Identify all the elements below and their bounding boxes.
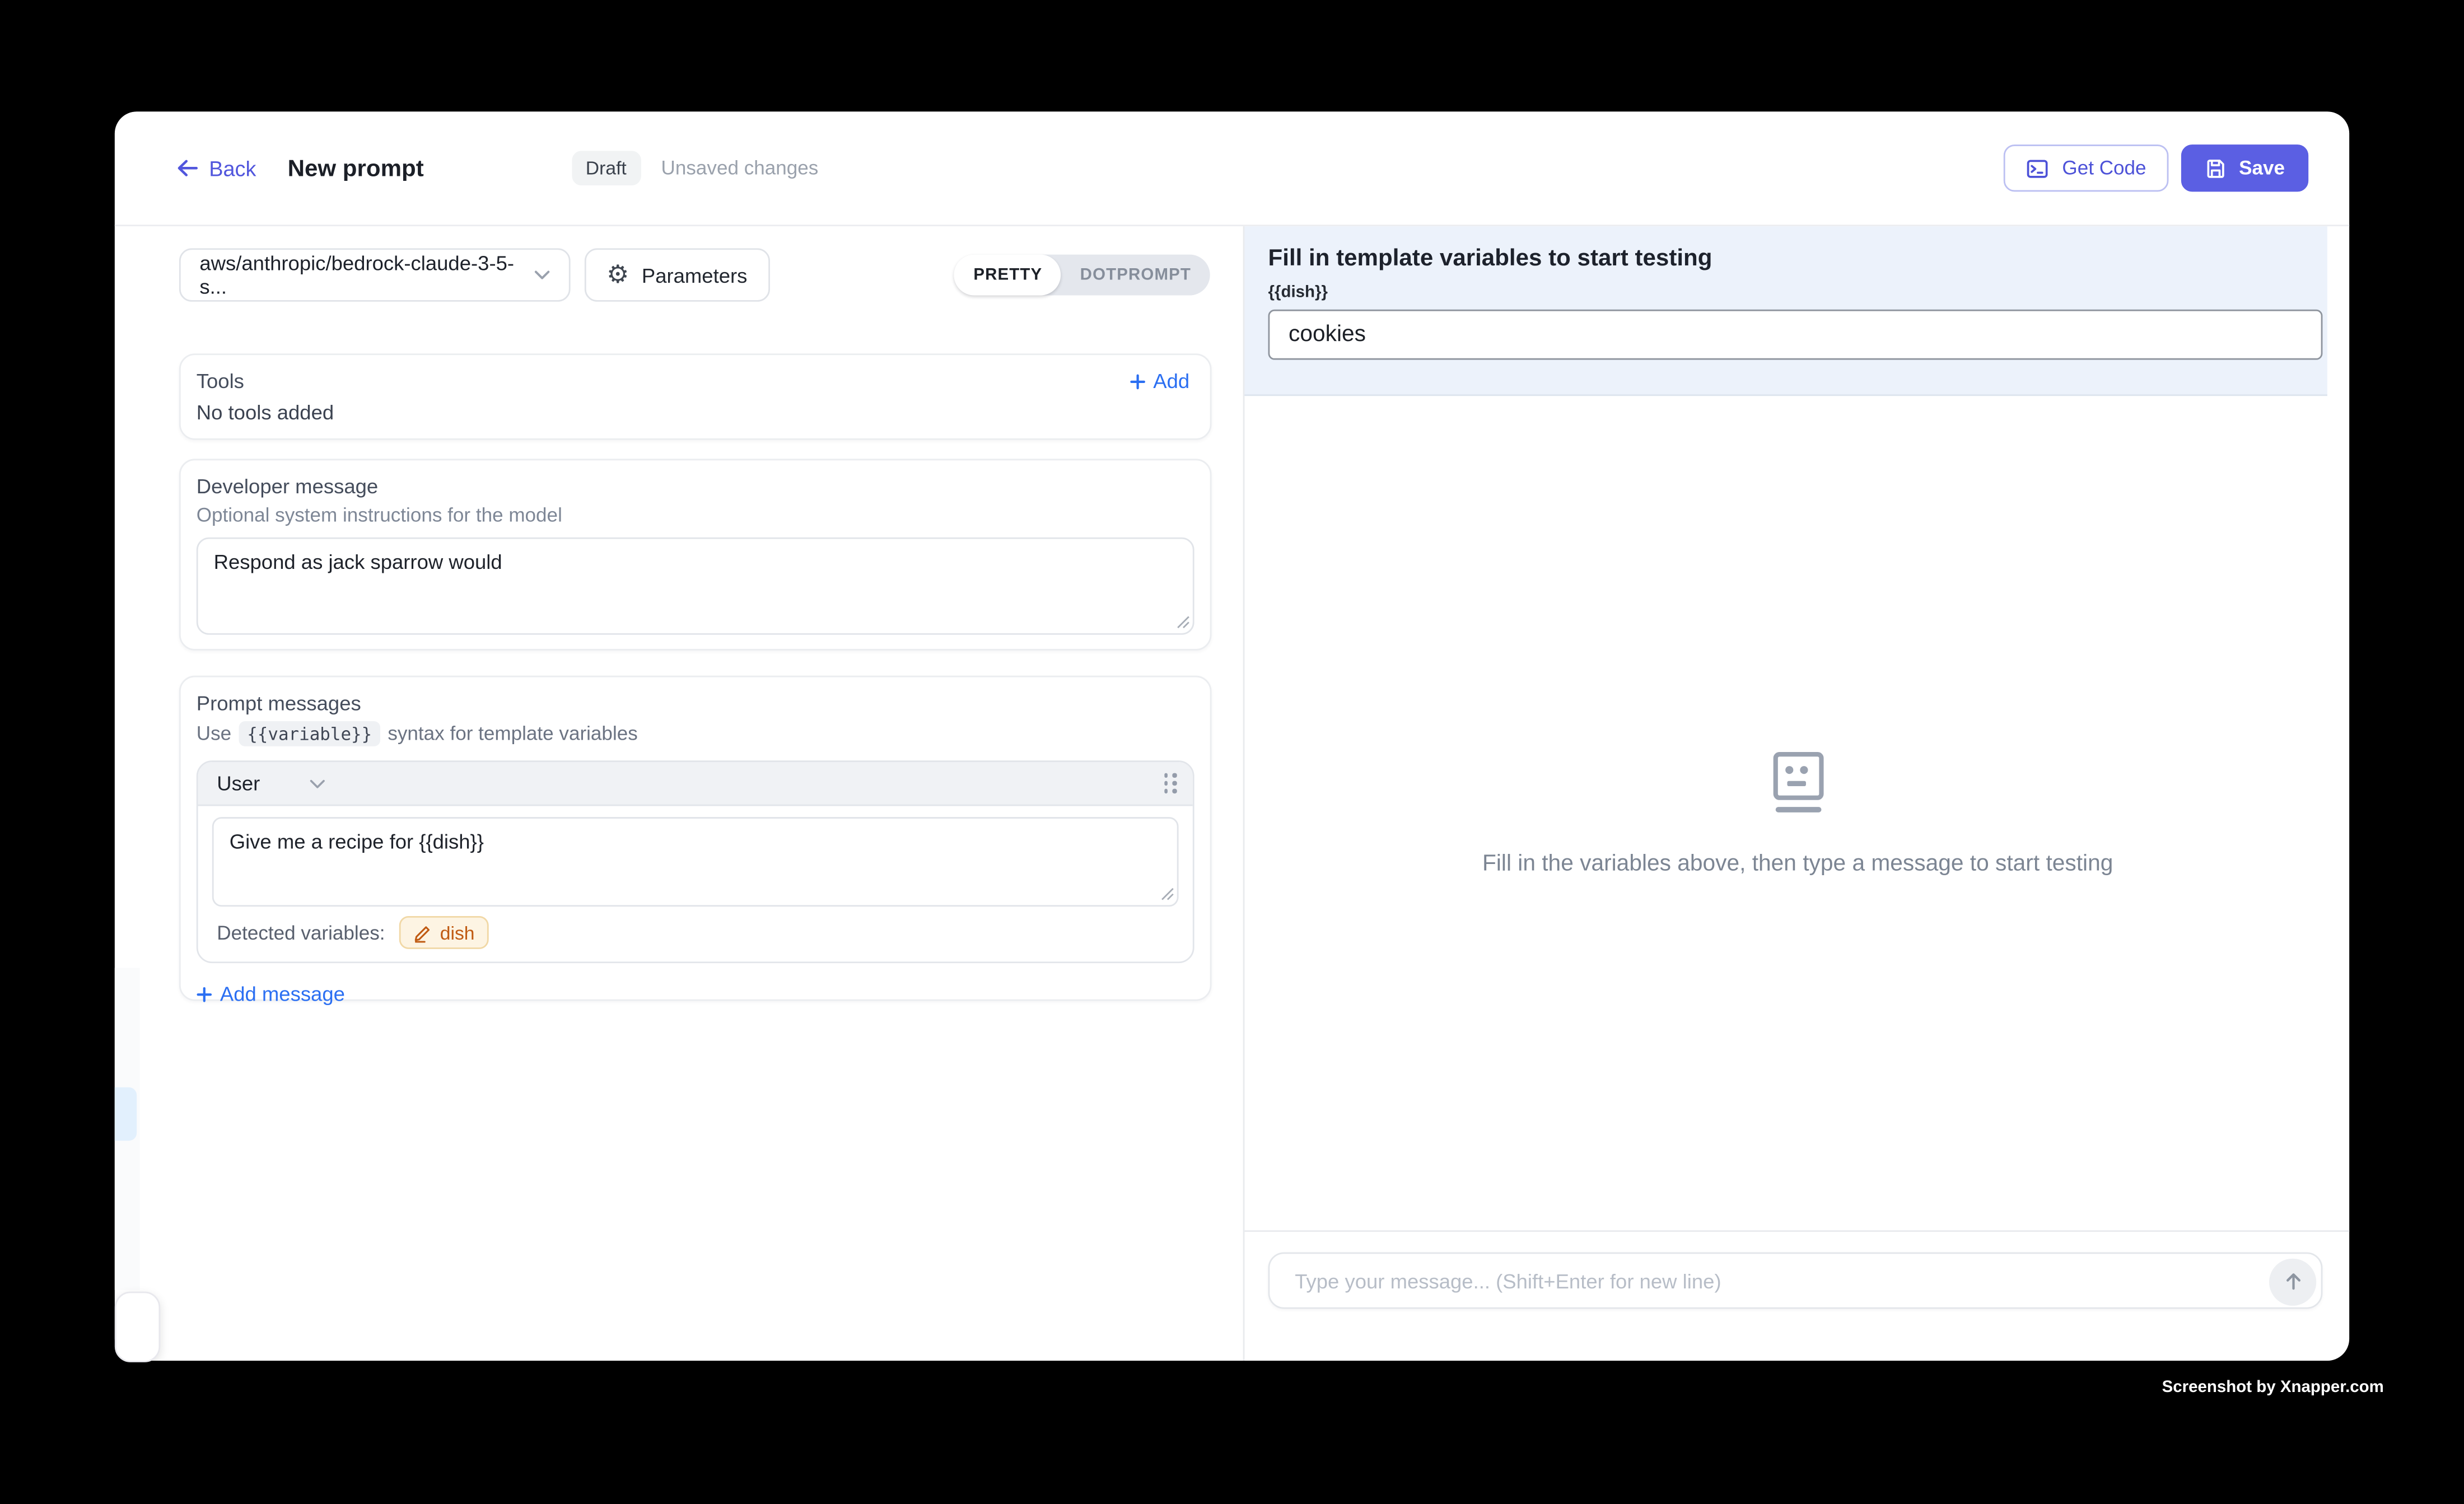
- unsaved-changes-text: Unsaved changes: [661, 157, 819, 179]
- fill-variables-title: Fill in template variables to start test…: [1268, 245, 2327, 272]
- sidebar-peek-active-item[interactable]: [115, 1087, 136, 1141]
- variable-chip-label: dish: [440, 922, 475, 943]
- status-badge: Draft: [572, 151, 641, 185]
- model-selector-value: aws/anthropic/bedrock-claude-3-5-s...: [199, 251, 534, 298]
- message-content-input[interactable]: Give me a recipe for {{dish}}: [212, 817, 1179, 907]
- page-title: New prompt: [288, 155, 424, 181]
- developer-message-title: Developer message: [197, 474, 1194, 498]
- hint-prefix: Use: [197, 723, 231, 745]
- send-button[interactable]: [2269, 1258, 2316, 1305]
- save-button[interactable]: Save: [2181, 144, 2308, 191]
- variable-syntax-chip: {{variable}}: [239, 721, 380, 746]
- chat-empty-state: Fill in the variables above, then type a…: [1244, 396, 2349, 1230]
- variable-value-input[interactable]: [1268, 310, 2323, 360]
- add-message-button[interactable]: Add message: [197, 982, 1194, 1006]
- variable-syntax-hint: Use {{variable}} syntax for template var…: [197, 721, 1194, 746]
- header-actions: Get Code Save: [2004, 144, 2309, 191]
- resize-handle-icon[interactable]: [1177, 616, 1189, 628]
- developer-message-card: Developer message Optional system instru…: [179, 459, 1212, 650]
- plus-icon: [1130, 373, 1145, 389]
- arrow-up-icon: [2283, 1271, 2303, 1291]
- prompt-messages-card: Prompt messages Use {{variable}} syntax …: [179, 676, 1212, 1001]
- developer-message-input[interactable]: Respond as jack sparrow would: [197, 538, 1194, 635]
- variable-name-label: {{dish}}: [1268, 283, 2327, 302]
- tools-card: Tools Add No tools added: [179, 353, 1212, 440]
- parameters-button[interactable]: ⚙ Parameters: [585, 248, 769, 301]
- window-body: aws/anthropic/bedrock-claude-3-5-s... ⚙ …: [115, 226, 2349, 1361]
- model-selector[interactable]: aws/anthropic/bedrock-claude-3-5-s...: [179, 248, 571, 301]
- variable-chip-dish[interactable]: dish: [399, 916, 489, 949]
- watermark-text: Screenshot by Xnapper.com: [2162, 1378, 2384, 1397]
- back-arrow-icon: [176, 158, 198, 178]
- parameters-label: Parameters: [642, 263, 748, 287]
- chat-message-input[interactable]: [1270, 1254, 2321, 1307]
- chat-empty-text: Fill in the variables above, then type a…: [1482, 851, 2113, 876]
- test-pane: Fill in template variables to start test…: [1243, 226, 2350, 1361]
- terminal-icon: [2026, 156, 2050, 180]
- model-row: aws/anthropic/bedrock-claude-3-5-s... ⚙ …: [179, 248, 1212, 301]
- sidebar-peek-popover: [114, 1292, 161, 1362]
- add-tool-button[interactable]: Add: [1130, 369, 1189, 393]
- message-header: User: [198, 762, 1193, 806]
- developer-message-subtitle: Optional system instructions for the mod…: [197, 505, 1194, 526]
- hint-suffix: syntax for template variables: [388, 723, 637, 745]
- message-body: Give me a recipe for {{dish}}: [198, 806, 1193, 907]
- toggle-pretty[interactable]: PRETTY: [955, 255, 1061, 296]
- add-message-label: Add message: [220, 982, 345, 1006]
- detected-variables-label: Detected variables:: [217, 922, 385, 943]
- toggle-dotprompt[interactable]: DOTPROMPT: [1061, 255, 1210, 296]
- chat-input-bar: [1244, 1230, 2349, 1361]
- get-code-label: Get Code: [2062, 157, 2146, 179]
- prompt-editor-pane: aws/anthropic/bedrock-claude-3-5-s... ⚙ …: [115, 226, 1243, 1361]
- window-header: Back New prompt Draft Unsaved changes Ge…: [115, 111, 2349, 226]
- detected-variables-row: Detected variables: dish: [198, 907, 1193, 961]
- save-icon: [2204, 157, 2226, 179]
- view-mode-toggle: PRETTY DOTPROMPT: [955, 255, 1210, 296]
- plus-icon: [197, 986, 212, 1002]
- pencil-icon: [413, 923, 432, 942]
- template-variables-header: Fill in template variables to start test…: [1244, 226, 2327, 396]
- save-label: Save: [2239, 157, 2285, 179]
- chevron-down-icon[interactable]: [310, 778, 326, 788]
- screenshot-stage: Back New prompt Draft Unsaved changes Ge…: [0, 0, 2464, 1504]
- prompt-messages-title: Prompt messages: [197, 692, 1194, 715]
- robot-icon: [1772, 750, 1824, 815]
- drag-handle-icon[interactable]: [1164, 773, 1177, 793]
- get-code-button[interactable]: Get Code: [2004, 144, 2168, 191]
- resize-handle-icon[interactable]: [1161, 888, 1174, 900]
- app-window: Back New prompt Draft Unsaved changes Ge…: [115, 111, 2349, 1361]
- add-tool-label: Add: [1153, 369, 1189, 393]
- back-button[interactable]: Back: [176, 156, 256, 180]
- tools-empty-text: No tools added: [197, 401, 1189, 424]
- message-block: User Give me a recipe for {{dish}}: [197, 760, 1194, 963]
- message-role-select[interactable]: User: [217, 772, 260, 795]
- back-label: Back: [209, 156, 256, 180]
- tools-title: Tools: [197, 369, 244, 393]
- chevron-down-icon: [534, 270, 550, 280]
- gear-icon: ⚙: [606, 263, 629, 288]
